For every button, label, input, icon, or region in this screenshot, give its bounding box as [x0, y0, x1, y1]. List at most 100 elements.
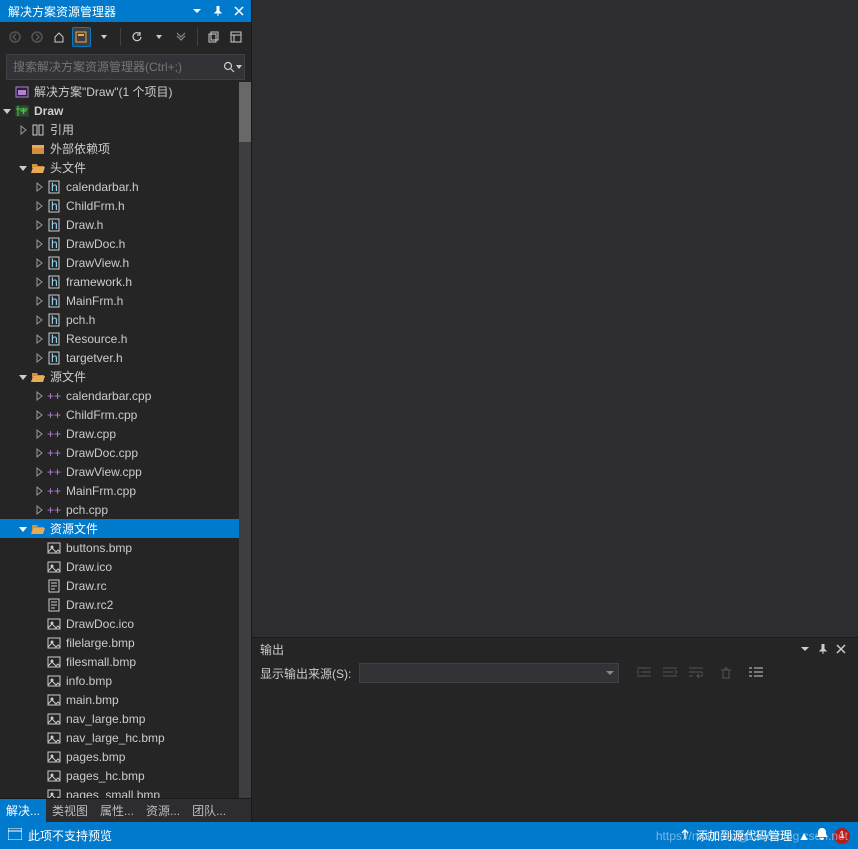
indent-left-icon[interactable]	[633, 663, 655, 683]
source-file[interactable]: ++calendarbar.cpp	[0, 386, 251, 405]
search-input[interactable]	[7, 60, 220, 74]
forward-icon[interactable]	[28, 27, 46, 47]
solution-explorer: 解决方案资源管理器 解决方案"Draw"(1 个项目)+Draw引用外部依赖项头…	[0, 0, 252, 822]
svg-text:++: ++	[47, 408, 61, 422]
resource-file[interactable]: main.bmp	[0, 690, 251, 709]
dropdown-icon[interactable]	[796, 640, 814, 658]
output-titlebar: 输出	[252, 638, 858, 660]
window-icon	[8, 828, 22, 843]
svg-text:h: h	[51, 313, 58, 327]
tree-label: nav_large_hc.bmp	[66, 731, 165, 745]
resource-file[interactable]: nav_large_hc.bmp	[0, 728, 251, 747]
notifications-icon[interactable]	[816, 827, 828, 844]
header-file[interactable]: hResource.h	[0, 329, 251, 348]
tree-label: filelarge.bmp	[66, 636, 135, 650]
tree-label: Draw.rc2	[66, 598, 113, 612]
folder-open-icon	[30, 521, 46, 537]
tree-label: Draw.ico	[66, 560, 112, 574]
resource-file[interactable]: pages_hc.bmp	[0, 766, 251, 785]
tree-scrollbar[interactable]	[239, 82, 251, 798]
header-file[interactable]: hDrawDoc.h	[0, 234, 251, 253]
svg-text:h: h	[51, 294, 58, 308]
resource-file[interactable]: pages_small.bmp	[0, 785, 251, 798]
switch-views-icon[interactable]	[72, 27, 90, 47]
tab-properties[interactable]: 属性...	[94, 799, 140, 822]
tab-resources[interactable]: 资源...	[140, 799, 186, 822]
header-file[interactable]: hcalendarbar.h	[0, 177, 251, 196]
resource-file[interactable]: buttons.bmp	[0, 538, 251, 557]
clear-icon[interactable]	[715, 663, 737, 683]
close-icon[interactable]	[832, 640, 850, 658]
pin-icon[interactable]	[209, 2, 227, 20]
tree-label: 外部依赖项	[50, 140, 110, 157]
search-box[interactable]	[6, 54, 245, 80]
resource-file[interactable]: Draw.rc	[0, 576, 251, 595]
chevron-up-icon[interactable]: ▲	[798, 829, 810, 843]
resource-file[interactable]: DrawDoc.ico	[0, 614, 251, 633]
image-file-icon	[46, 673, 62, 689]
references-node[interactable]: 引用	[0, 120, 251, 139]
source-file[interactable]: ++Draw.cpp	[0, 424, 251, 443]
dropdown-icon[interactable]	[188, 2, 206, 20]
tab-class-view[interactable]: 类视图	[46, 799, 94, 822]
resource-file[interactable]: filelarge.bmp	[0, 633, 251, 652]
resource-file[interactable]: filesmall.bmp	[0, 652, 251, 671]
source-file[interactable]: ++DrawView.cpp	[0, 462, 251, 481]
tree-label: DrawView.h	[66, 256, 129, 270]
header-file[interactable]: hMainFrm.h	[0, 291, 251, 310]
header-file-icon: h	[46, 236, 62, 252]
solution-node[interactable]: 解决方案"Draw"(1 个项目)	[0, 82, 251, 101]
svg-text:h: h	[51, 199, 58, 213]
solution-tree: 解决方案"Draw"(1 个项目)+Draw引用外部依赖项头文件hcalenda…	[0, 82, 251, 798]
notification-badge[interactable]: 1	[834, 828, 850, 844]
resource-file[interactable]: pages.bmp	[0, 747, 251, 766]
source-file[interactable]: ++MainFrm.cpp	[0, 481, 251, 500]
header-file-icon: h	[46, 274, 62, 290]
header-file[interactable]: hpch.h	[0, 310, 251, 329]
header-file[interactable]: hDrawView.h	[0, 253, 251, 272]
source-file[interactable]: ++pch.cpp	[0, 500, 251, 519]
cpp-file-icon: ++	[46, 426, 62, 442]
resource-file[interactable]: info.bmp	[0, 671, 251, 690]
tree-label: filesmall.bmp	[66, 655, 136, 669]
refresh-icon[interactable]	[128, 27, 146, 47]
publish-icon[interactable]	[680, 828, 690, 843]
word-wrap-icon[interactable]	[685, 663, 707, 683]
close-icon[interactable]	[230, 2, 248, 20]
header-file[interactable]: hframework.h	[0, 272, 251, 291]
resource-file[interactable]: Draw.rc2	[0, 595, 251, 614]
tab-solution-explorer[interactable]: 解决...	[0, 799, 46, 822]
pin-icon[interactable]	[814, 640, 832, 658]
project-node[interactable]: +Draw	[0, 101, 251, 120]
resource-file[interactable]: nav_large.bmp	[0, 709, 251, 728]
indent-right-icon[interactable]	[659, 663, 681, 683]
back-icon[interactable]	[6, 27, 24, 47]
svg-text:++: ++	[47, 446, 61, 460]
headers-folder[interactable]: 头文件	[0, 158, 251, 177]
tab-team[interactable]: 团队...	[186, 799, 232, 822]
header-file[interactable]: hChildFrm.h	[0, 196, 251, 215]
collapse-all-icon[interactable]	[172, 27, 190, 47]
list-icon[interactable]	[745, 663, 767, 683]
properties-icon[interactable]	[227, 27, 245, 47]
chevron-down-icon[interactable]	[95, 27, 113, 47]
svg-text:h: h	[51, 351, 58, 365]
tree-label: pch.cpp	[66, 503, 108, 517]
source-file[interactable]: ++ChildFrm.cpp	[0, 405, 251, 424]
external-deps-node[interactable]: 外部依赖项	[0, 139, 251, 158]
svg-text:++: ++	[47, 427, 61, 441]
scrollbar-thumb[interactable]	[239, 82, 251, 142]
resources-folder[interactable]: 资源文件	[0, 519, 251, 538]
header-file[interactable]: htargetver.h	[0, 348, 251, 367]
source-control-text[interactable]: 添加到源代码管理	[696, 827, 792, 844]
home-icon[interactable]	[50, 27, 68, 47]
output-source-select[interactable]	[359, 663, 619, 683]
header-file[interactable]: hDraw.h	[0, 215, 251, 234]
search-icon[interactable]	[220, 61, 244, 73]
chevron-down-icon[interactable]	[150, 27, 168, 47]
resource-file[interactable]: Draw.ico	[0, 557, 251, 576]
svg-text:h: h	[51, 275, 58, 289]
show-all-files-icon[interactable]	[205, 27, 223, 47]
source-file[interactable]: ++DrawDoc.cpp	[0, 443, 251, 462]
sources-folder[interactable]: 源文件	[0, 367, 251, 386]
